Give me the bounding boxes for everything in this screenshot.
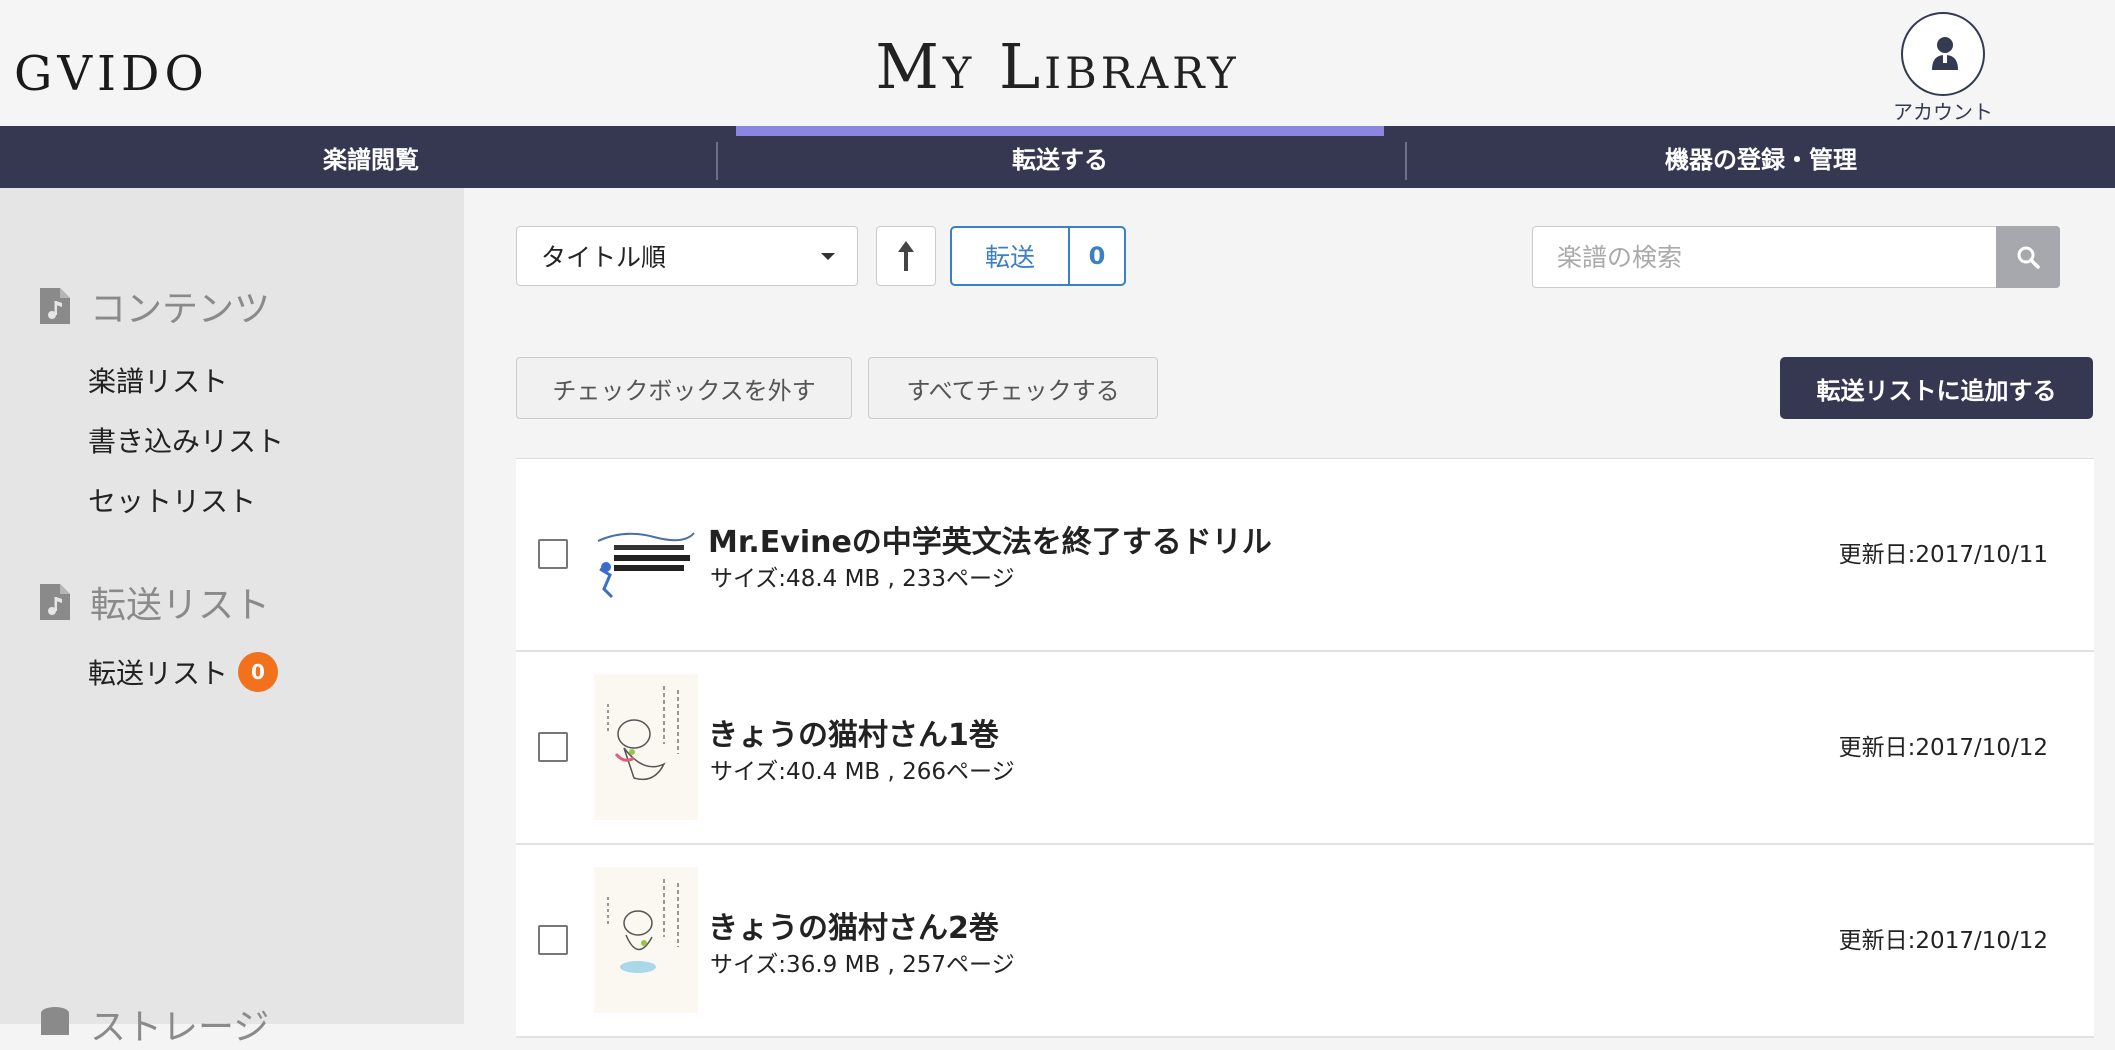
list-item[interactable]: Mr.Evineの中学英文法を終了するドリル サイズ:48.4 MB , 233… — [516, 459, 2094, 652]
page-title: My Library — [875, 30, 1240, 103]
item-checkbox[interactable] — [538, 925, 568, 955]
item-checkbox[interactable] — [538, 732, 568, 762]
transfer-count-badge: 0 — [238, 652, 279, 692]
tab-label: 機器の登録・管理 — [1665, 145, 1857, 174]
sidebar-item-label: 転送リスト — [88, 657, 229, 690]
section-title: ストレージ — [90, 1007, 270, 1048]
chevron-down-icon — [821, 253, 835, 260]
item-meta: サイズ:36.9 MB , 257ページ — [710, 952, 1015, 978]
sidebar-item-set-list[interactable]: セットリスト — [88, 480, 256, 520]
section-title: コンテンツ — [90, 289, 271, 330]
item-updated-date: 更新日:2017/10/12 — [1838, 928, 2048, 954]
transfer-label: 転送 — [952, 228, 1070, 284]
tab-browse-scores[interactable]: 楽譜閲覧 — [0, 126, 742, 188]
tab-device-management[interactable]: 機器の登録・管理 — [1407, 126, 2115, 188]
search-icon — [2017, 246, 2040, 269]
tab-transfer[interactable]: 転送する — [736, 126, 1384, 188]
add-to-transfer-list-button[interactable]: 転送リストに追加する — [1780, 357, 2093, 419]
sort-select[interactable]: タイトル順 — [516, 226, 858, 286]
item-title[interactable]: きょうの猫村さん2巻 — [708, 903, 999, 947]
music-file-icon — [40, 288, 70, 324]
item-checkbox[interactable] — [538, 539, 568, 569]
list-item[interactable]: きょうの猫村さん2巻 サイズ:36.9 MB , 257ページ 更新日:2017… — [516, 845, 2094, 1038]
arrow-up-icon — [898, 241, 914, 271]
check-all-button[interactable]: すべてチェックする — [868, 357, 1158, 419]
account-button[interactable]: アカウント — [1893, 12, 1993, 125]
app-header: GVIDO My Library アカウント — [0, 0, 2115, 126]
item-updated-date: 更新日:2017/10/12 — [1838, 735, 2048, 761]
section-title: 転送リスト — [90, 585, 271, 626]
nav-divider — [716, 142, 718, 180]
sidebar-item-annotation-list[interactable]: 書き込みリスト — [88, 420, 284, 460]
sidebar-section-contents: コンテンツ — [40, 280, 270, 332]
search-input[interactable] — [1533, 227, 2029, 287]
item-meta: サイズ:40.4 MB , 266ページ — [710, 759, 1015, 785]
sidebar: コンテンツ 楽譜リスト 書き込みリスト セットリスト 転送リスト 転送リスト 0… — [0, 188, 464, 1048]
search-button[interactable] — [1996, 226, 2060, 288]
score-list: Mr.Evineの中学英文法を終了するドリル サイズ:48.4 MB , 233… — [516, 458, 2094, 1038]
active-tab-indicator — [736, 126, 1384, 136]
tab-label: 楽譜閲覧 — [323, 145, 419, 174]
book-cover-thumbnail — [594, 867, 698, 1013]
account-label[interactable]: アカウント — [1893, 96, 1993, 125]
sort-value: タイトル順 — [541, 243, 667, 272]
storage-icon — [41, 1007, 69, 1035]
transfer-count: 0 — [1088, 242, 1106, 270]
music-file-icon — [40, 584, 70, 620]
transfer-button[interactable]: 転送 0 — [950, 226, 1126, 286]
sort-direction-button[interactable] — [876, 226, 936, 286]
main-nav: 楽譜閲覧 転送する 機器の登録・管理 — [0, 126, 2115, 188]
uncheck-all-button[interactable]: チェックボックスを外す — [516, 357, 852, 419]
item-title[interactable]: Mr.Evineの中学英文法を終了するドリル — [708, 517, 1272, 561]
book-cover-thumbnail — [594, 519, 698, 611]
sidebar-section-storage: ストレージ — [40, 998, 269, 1050]
sidebar-item-score-list[interactable]: 楽譜リスト — [88, 360, 228, 400]
book-cover-thumbnail — [594, 674, 698, 820]
user-icon[interactable] — [1901, 12, 1985, 96]
tab-label: 転送する — [1012, 145, 1108, 174]
search-box — [1532, 226, 2060, 288]
item-updated-date: 更新日:2017/10/11 — [1838, 542, 2048, 568]
sidebar-section-transfer: 転送リスト — [40, 576, 270, 628]
item-title[interactable]: きょうの猫村さん1巻 — [708, 710, 999, 754]
main-content: タイトル順 転送 0 チェックボックスを外す すべてチェックする 転送リストに追… — [464, 188, 2115, 1038]
list-item[interactable]: きょうの猫村さん1巻 サイズ:40.4 MB , 266ページ 更新日:2017… — [516, 652, 2094, 845]
item-meta: サイズ:48.4 MB , 233ページ — [710, 566, 1015, 592]
sidebar-item-transfer-list[interactable]: 転送リスト 0 — [88, 652, 279, 692]
